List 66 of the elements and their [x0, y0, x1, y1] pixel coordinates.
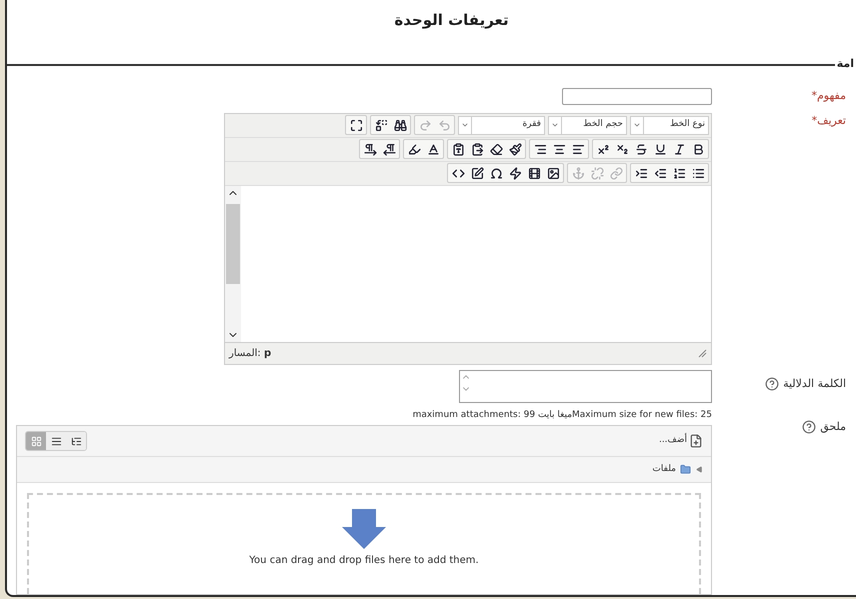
drop-hint: You can drag and drop files here to add them. [249, 554, 479, 568]
edit-icon [470, 166, 484, 180]
field-label: ملحق [820, 418, 846, 435]
tree-icon [70, 436, 82, 446]
caret-icon [461, 121, 469, 129]
bold-icon [692, 142, 704, 156]
list-icon [50, 436, 62, 446]
strikethrough-icon [634, 142, 648, 156]
replace-icon [374, 118, 388, 132]
code-icon [452, 166, 464, 180]
keywords-field[interactable] [459, 370, 712, 402]
page-title: تعريفات الوحدة [393, 10, 509, 31]
expand-arrow-icon[interactable] [696, 466, 703, 473]
align-right-icon [534, 142, 546, 156]
paintbrush-icon [508, 142, 522, 156]
bullet-list-icon [692, 166, 704, 180]
outdent-icon [654, 166, 666, 180]
pilcrow-right-icon [364, 142, 376, 156]
resize-grip-icon[interactable] [697, 348, 707, 358]
field-label: تعريف* [812, 112, 846, 129]
field-label: مفهوم* [811, 88, 846, 104]
caret-icon [551, 121, 559, 129]
lightning-icon [508, 166, 522, 180]
align-left-icon [572, 142, 584, 156]
numbered-list-icon [672, 166, 686, 180]
folder-path-link[interactable]: ملفات [652, 462, 692, 476]
down-arrow-icon [340, 509, 388, 549]
text-color-icon [426, 142, 440, 156]
drop-zone[interactable]: You can drag and drop files here to add them. [27, 493, 701, 594]
eraser-icon [490, 142, 502, 156]
binoculars-icon [394, 118, 406, 132]
caret-icon [633, 121, 641, 129]
clipboard-text-icon [452, 142, 464, 156]
clipboard-paste-icon [470, 142, 484, 156]
dropdown[interactable]: نوع الخط [630, 116, 709, 134]
subscript-icon [616, 142, 628, 156]
align-center-icon [552, 142, 566, 156]
field-label: الكلمة الدلالية [783, 376, 846, 392]
dropdown[interactable]: فقرة [458, 116, 545, 134]
superscript-icon [596, 142, 610, 156]
undo-icon [438, 118, 450, 132]
unlink-icon [590, 166, 604, 180]
underline-icon [654, 142, 666, 156]
help-icon[interactable] [765, 376, 780, 391]
highlighter-icon [408, 142, 420, 156]
help-icon[interactable] [802, 420, 816, 434]
anchor-icon [572, 166, 584, 180]
omega-icon [490, 166, 502, 180]
attachment-limits: maximum attachments: 99 ميغا بايتMaximum size for new files: 25 [412, 408, 712, 422]
grid-icon [30, 436, 42, 446]
tree-view-button[interactable] [66, 432, 86, 450]
film-icon [528, 166, 540, 180]
pilcrow-left-icon [382, 142, 396, 156]
dropdown[interactable]: حجم الخط [548, 116, 627, 134]
redo-icon [418, 118, 432, 132]
add-file-button[interactable]: أضف... [658, 434, 703, 448]
list-view-button[interactable] [46, 432, 66, 450]
concept-field[interactable] [562, 88, 712, 104]
fullscreen-icon [350, 118, 362, 132]
section-legend: امة [834, 56, 856, 73]
image-icon [546, 166, 560, 180]
link-icon [610, 166, 622, 180]
file-plus-icon [689, 434, 703, 448]
italic-icon [672, 142, 686, 156]
folder-icon [679, 464, 692, 475]
indent-icon [634, 166, 648, 180]
